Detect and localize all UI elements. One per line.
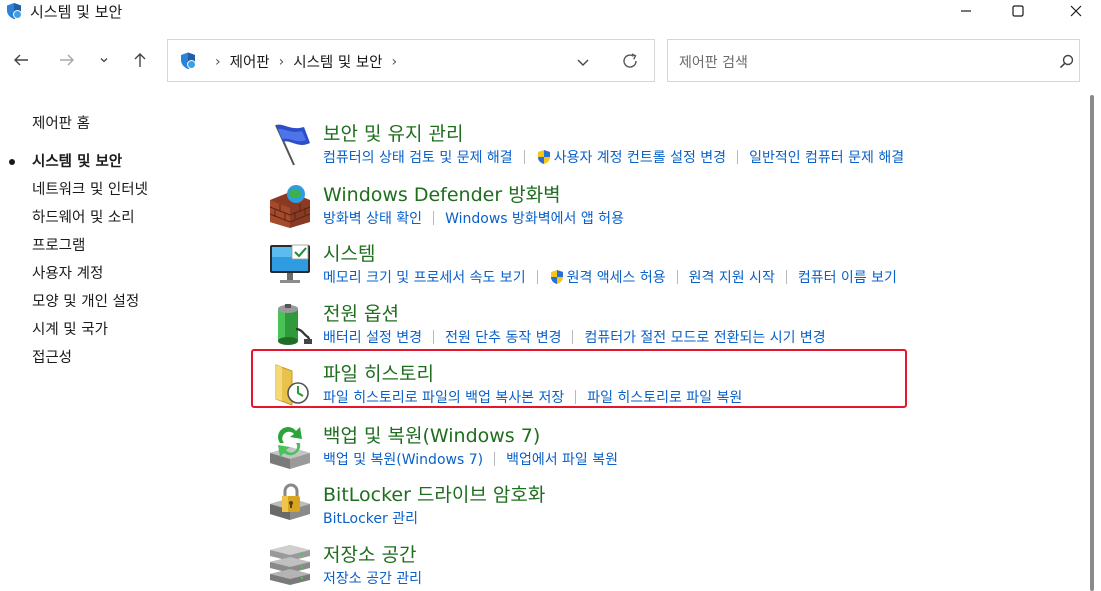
bitlocker-icon[interactable]: [266, 482, 314, 530]
category-links: 방화벽 상태 확인 Windows 방화벽에서 앱 허용: [323, 208, 624, 228]
flag-icon[interactable]: [266, 121, 314, 169]
sidebar-item-system-security[interactable]: 시스템 및 보안: [9, 152, 232, 180]
link-manage-storage-spaces[interactable]: 저장소 공간 관리: [323, 568, 422, 588]
arrow-up-icon: [134, 53, 146, 67]
sidebar-item-user-accounts[interactable]: 사용자 계정: [32, 264, 232, 292]
link-ram-cpu[interactable]: 메모리 크기 및 프로세서 속도 보기: [323, 267, 526, 287]
link-divider: [676, 270, 678, 284]
breadcrumb: › 제어판 › 시스템 및 보안 ›: [206, 51, 406, 72]
category-links: 백업 및 복원(Windows 7) 백업에서 파일 복원: [323, 449, 618, 469]
link-uac-settings[interactable]: 사용자 계정 컨트롤 설정 변경: [554, 147, 726, 167]
link-allow-app[interactable]: Windows 방화벽에서 앱 허용: [445, 208, 624, 228]
sidebar-item-programs[interactable]: 프로그램: [32, 236, 232, 264]
breadcrumb-control-panel[interactable]: 제어판: [230, 51, 270, 72]
close-icon: [1070, 5, 1082, 17]
breadcrumb-separator-icon[interactable]: ›: [215, 54, 221, 70]
link-divider: [523, 150, 525, 164]
window-title: 시스템 및 보안: [30, 3, 123, 21]
sidebar-item-label: 프로그램: [32, 238, 86, 254]
maximize-icon: [1012, 5, 1024, 17]
search-icon[interactable]: [1058, 53, 1075, 70]
uac-shield-icon: [537, 150, 550, 164]
search-placeholder: 제어판 검색: [679, 55, 748, 71]
category-title[interactable]: Windows Defender 방화벽: [323, 180, 561, 207]
vertical-scrollbar[interactable]: [1090, 95, 1094, 591]
breadcrumb-separator-icon[interactable]: ›: [392, 54, 398, 70]
category-links: 배터리 설정 변경 전원 단추 동작 변경 컴퓨터가 절전 모드로 전환되는 시…: [323, 327, 826, 347]
category-title[interactable]: 시스템: [323, 239, 375, 266]
category-title[interactable]: 보안 및 유지 관리: [323, 119, 463, 146]
battery-icon[interactable]: [266, 301, 314, 349]
backup-icon[interactable]: [266, 423, 314, 471]
category-links: 컴퓨터의 상태 검토 및 문제 해결 사용자 계정 컨트롤 설정 변경 일반적인…: [323, 147, 904, 167]
arrow-left-icon: [14, 54, 28, 66]
link-divider: [572, 330, 574, 344]
category-title[interactable]: 백업 및 복원(Windows 7): [323, 421, 540, 448]
link-divider: [785, 270, 787, 284]
link-review-status[interactable]: 컴퓨터의 상태 검토 및 문제 해결: [323, 147, 513, 167]
sidebar-item-label: 시스템 및 보안: [32, 154, 123, 170]
category-title[interactable]: 저장소 공간: [323, 540, 416, 567]
link-remote-access[interactable]: 원격 액세스 허용: [567, 267, 666, 287]
link-divider: [433, 330, 435, 344]
sidebar-item-appearance[interactable]: 모양 및 개인 설정: [32, 292, 232, 320]
forward-button[interactable]: [53, 46, 81, 74]
link-firewall-status[interactable]: 방화벽 상태 확인: [323, 208, 422, 228]
minimize-icon: [961, 10, 971, 12]
search-input[interactable]: 제어판 검색: [667, 39, 1080, 82]
sidebar-item-label: 접근성: [32, 350, 73, 366]
sidebar-list: 시스템 및 보안 네트워크 및 인터넷 하드웨어 및 소리 프로그램 사용자 계…: [9, 152, 232, 376]
minimize-button[interactable]: [943, 0, 989, 22]
link-divider: [536, 270, 538, 284]
link-divider: [433, 211, 435, 225]
sidebar-item-label: 하드웨어 및 소리: [32, 210, 135, 226]
link-remote-assistance[interactable]: 원격 지원 시작: [689, 267, 775, 287]
sidebar-item-hardware[interactable]: 하드웨어 및 소리: [32, 208, 232, 236]
close-button[interactable]: [1053, 0, 1099, 22]
category-title[interactable]: BitLocker 드라이브 암호화: [323, 480, 545, 507]
sidebar-item-label: 네트워크 및 인터넷: [32, 182, 148, 198]
storage-icon[interactable]: [266, 542, 314, 590]
firewall-icon[interactable]: [266, 182, 314, 230]
maximize-button[interactable]: [995, 0, 1041, 22]
sidebar-home-link[interactable]: 제어판 홈: [32, 112, 90, 133]
recent-locations-button[interactable]: [92, 46, 116, 74]
link-power-button[interactable]: 전원 단추 동작 변경: [445, 327, 561, 347]
title-bar: 시스템 및 보안: [0, 0, 1101, 24]
uac-shield-icon: [550, 270, 563, 284]
link-sleep-settings[interactable]: 컴퓨터가 절전 모드로 전환되는 시기 변경: [584, 327, 825, 347]
address-bar[interactable]: › 제어판 › 시스템 및 보안 ›: [167, 39, 655, 82]
control-panel-shield-icon: [181, 52, 196, 69]
breadcrumb-system-security[interactable]: 시스템 및 보안: [293, 51, 382, 72]
highlight-box: [251, 349, 907, 408]
breadcrumb-separator-icon[interactable]: ›: [279, 54, 285, 70]
sidebar-item-accessibility[interactable]: 접근성: [32, 348, 232, 376]
refresh-icon[interactable]: [620, 51, 640, 71]
chevron-down-icon: [100, 58, 108, 63]
address-dropdown-icon[interactable]: [574, 53, 592, 71]
category-links: 메모리 크기 및 프로세서 속도 보기 원격 액세스 허용 원격 지원 시작 컴…: [323, 267, 897, 287]
link-troubleshoot[interactable]: 일반적인 컴퓨터 문제 해결: [749, 147, 904, 167]
back-button[interactable]: [7, 46, 35, 74]
sidebar-item-label: 모양 및 개인 설정: [32, 294, 140, 310]
link-manage-bitlocker[interactable]: BitLocker 관리: [323, 508, 418, 528]
up-button[interactable]: [126, 46, 154, 74]
security-shield-icon: [7, 3, 22, 19]
link-backup-restore-win7[interactable]: 백업 및 복원(Windows 7): [323, 449, 483, 469]
link-restore-from-backup[interactable]: 백업에서 파일 복원: [506, 449, 618, 469]
monitor-icon[interactable]: [266, 241, 314, 289]
sidebar-item-clock-region[interactable]: 시계 및 국가: [32, 320, 232, 348]
active-bullet-icon: [9, 159, 15, 165]
sidebar-item-network[interactable]: 네트워크 및 인터넷: [32, 180, 232, 208]
sidebar-item-label: 시계 및 국가: [32, 322, 108, 338]
link-divider: [737, 150, 739, 164]
link-computer-name[interactable]: 컴퓨터 이름 보기: [798, 267, 897, 287]
sidebar-item-label: 사용자 계정: [32, 266, 104, 282]
category-links: BitLocker 관리: [323, 508, 418, 528]
link-divider: [494, 452, 496, 466]
link-battery-settings[interactable]: 배터리 설정 변경: [323, 327, 422, 347]
arrow-right-icon: [60, 54, 74, 66]
category-links: 저장소 공간 관리: [323, 568, 422, 588]
category-title[interactable]: 전원 옵션: [323, 299, 399, 326]
